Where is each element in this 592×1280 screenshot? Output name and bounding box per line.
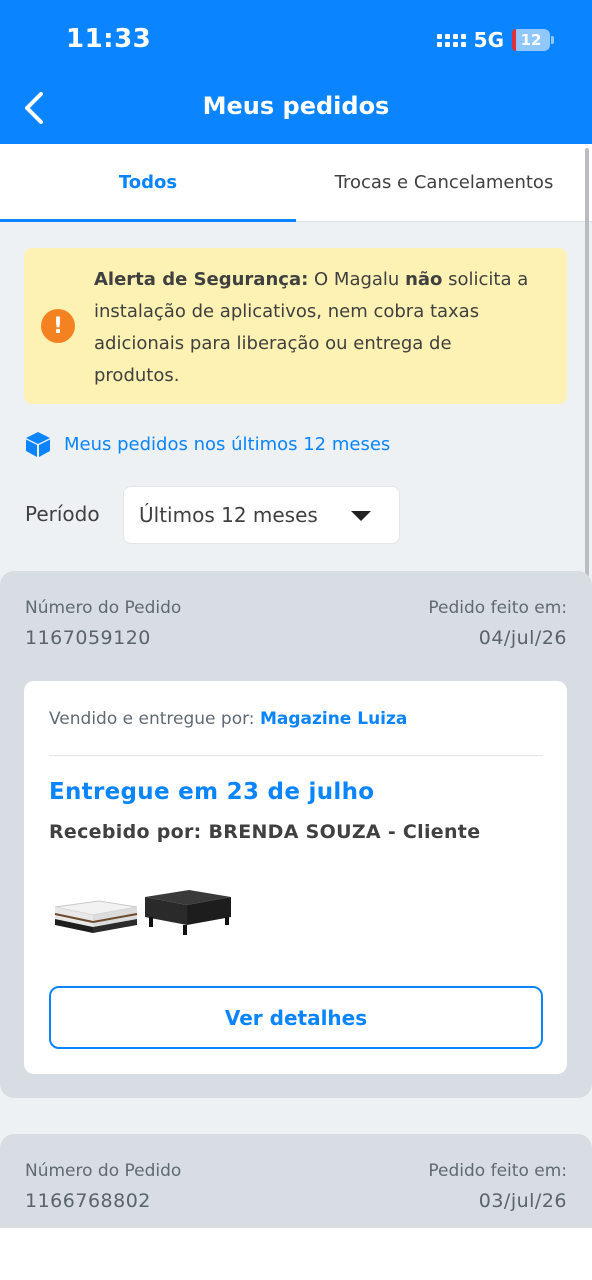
tab-bar: Todos Trocas e Cancelamentos [0,144,592,222]
bottom-area [0,1228,592,1280]
order-number: 1167059120 [25,627,151,649]
mattress-image [54,900,138,933]
sold-by-label: Vendido e entregue por: [49,709,255,729]
alert-title: Alerta de Segurança: [94,269,309,290]
order-card: Número do Pedido 1166768802 Pedido feito… [0,1134,592,1234]
tab-trocas-cancelamentos[interactable]: Trocas e Cancelamentos [296,144,592,221]
product-images [49,887,233,939]
battery-level: 12 [520,31,542,49]
order-number: 1166768802 [25,1190,151,1212]
order-date-label: Pedido feito em: [428,598,567,618]
caret-down-icon [351,511,371,521]
security-alert: ! Alerta de Segurança: O Magalu não soli… [24,248,567,404]
status-indicators: 5G 12 [436,28,554,52]
alert-text-part: O Magalu [308,269,406,290]
page-title: Meus pedidos [202,92,390,120]
seller-name[interactable]: Magazine Luiza [260,709,407,729]
period-label: Período [25,502,100,526]
status-time: 11:33 [66,24,152,54]
order-number-label: Número do Pedido [25,598,182,618]
divider [49,755,543,756]
view-details-button[interactable]: Ver detalhes [49,986,543,1049]
battery-icon: 12 [512,29,554,51]
order-date: 04/jul/26 [478,627,567,649]
warning-icon: ! [41,309,75,343]
order-date-label: Pedido feito em: [428,1161,567,1181]
app-header: 11:33 5G 12 Meus pedidos [0,0,592,144]
signal-icon [436,33,466,47]
delivery-card: Vendido e entregue por: Magazine Luiza E… [24,681,567,1074]
order-date: 03/jul/26 [478,1190,567,1212]
network-type: 5G [473,28,504,52]
recent-orders-link[interactable]: Meus pedidos nos últimos 12 meses [24,430,390,458]
alert-emphasis: não [405,269,443,290]
period-selected: Últimos 12 meses [139,503,318,527]
recent-orders-label: Meus pedidos nos últimos 12 meses [64,433,391,455]
tab-todos[interactable]: Todos [0,144,296,222]
received-by: Recebido por: BRENDA SOUZA - Cliente [49,821,481,843]
order-number-label: Número do Pedido [25,1161,182,1181]
delivery-status: Entregue em 23 de julho [49,779,375,805]
bed-base-image [145,890,231,935]
sold-by: Vendido e entregue por: Magazine Luiza [49,709,407,729]
alert-text: Alerta de Segurança: O Magalu não solici… [94,264,541,392]
box-icon [26,432,50,457]
order-card: Número do Pedido 1167059120 Pedido feito… [0,571,592,1098]
period-select[interactable]: Últimos 12 meses [123,486,400,544]
